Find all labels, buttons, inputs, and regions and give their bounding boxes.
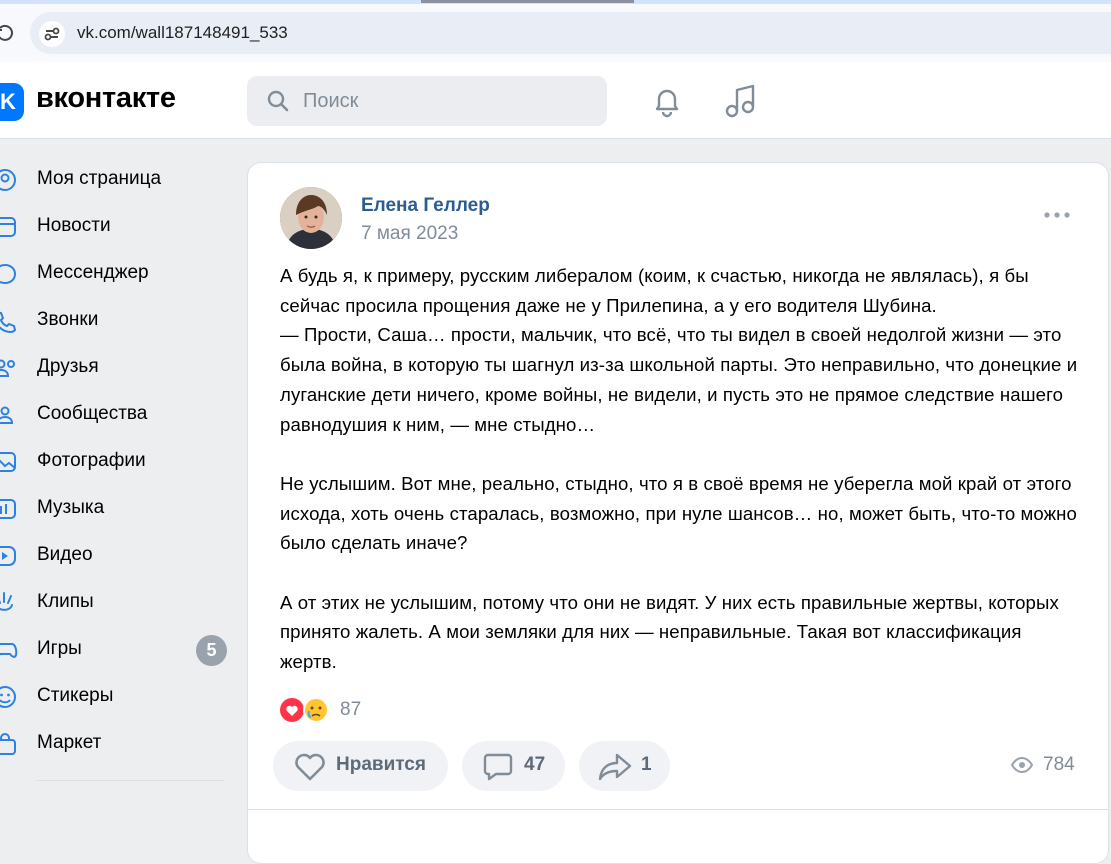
user-circle-icon [0,169,16,191]
share-button[interactable]: 1 [579,741,670,791]
games-count-badge: 5 [196,635,227,666]
sidebar-item-label: Маркет [37,732,102,753]
reactions-icons[interactable] [279,696,335,724]
search-input[interactable]: Поиск [247,76,607,126]
post-paragraph: Не услышим. Вот мне, реально, стыдно, чт… [280,472,1077,554]
sidebar-item-cut[interactable] [37,803,42,825]
sidebar-item-news[interactable]: Новости [0,203,240,250]
sidebar-divider [37,780,224,781]
comments-button[interactable]: 47 [462,741,565,791]
shares-count: 1 [641,754,652,775]
post-paragraph: А от этих не услышим, потому что они не … [280,591,1059,673]
photos-icon [0,452,16,472]
sidebar-item-market[interactable]: Маркет [0,720,240,767]
url-text[interactable]: vk.com/wall187148491_533 [77,23,288,43]
like-label: Нравится [336,754,426,775]
sidebar-item-music[interactable]: Музыка [0,485,240,532]
address-bar[interactable]: vk.com/wall187148491_533 [30,12,1111,54]
reload-icon[interactable] [0,22,14,44]
views-count: 784 [1043,754,1075,775]
comment-icon [483,753,513,781]
sidebar-item-clips[interactable]: Клипы [0,579,240,626]
vk-logo-icon[interactable]: K [0,83,24,121]
music-icon[interactable] [723,82,759,120]
sidebar-item-label: Клипы [37,591,94,612]
sidebar-item-games[interactable]: Игры 5 [0,626,240,673]
reactions-count[interactable]: 87 [340,699,361,721]
like-button[interactable]: Нравится [273,741,448,791]
sidebar-item-label: Звонки [37,309,99,330]
sidebar-item-label: Видео [37,544,93,565]
sidebar-item-friends[interactable]: Друзья [0,344,240,391]
eye-icon [1010,756,1034,774]
heart-icon [295,753,325,781]
bell-icon[interactable] [650,84,684,118]
more-options-icon[interactable] [1043,209,1071,221]
sidebar-item-label: Фотографии [37,450,146,471]
share-icon [598,753,632,781]
sidebar-item-label: Друзья [37,356,99,377]
search-icon [267,90,289,112]
vk-header: K вконтакте Поиск [0,62,1111,139]
sidebar-item-messenger[interactable]: Мессенджер [0,250,240,297]
sidebar-item-my-page[interactable]: Моя страница [0,156,240,203]
music-icon [0,499,16,519]
post-date[interactable]: 7 мая 2023 [361,223,458,245]
search-placeholder: Поиск [303,90,359,112]
sidebar-item-label: Сообщества [37,403,148,424]
comments-count: 47 [524,754,546,775]
sidebar-item-stickers[interactable]: Стикеры [0,673,240,720]
games-icon [0,643,18,658]
sidebar-item-label: Музыка [37,497,105,518]
sidebar-item-label: Мессенджер [37,262,149,283]
author-avatar[interactable] [280,187,342,249]
sidebar-item-label: Моя страница [37,168,162,189]
logo-letter: K [0,89,16,114]
sidebar-item-label: Новости [37,215,111,236]
post-author-name[interactable]: Елена Геллер [361,195,490,217]
post-paragraph: А будь я, к примеру, русским либералом (… [280,265,1078,435]
news-icon [0,217,16,237]
sidebar-item-video[interactable]: Видео [0,532,240,579]
friends-icon [0,359,15,377]
post-text: А будь я, к примеру, русским либералом (… [280,261,1080,677]
sidebar-item-photos[interactable]: Фотографии [0,438,240,485]
sidebar-item-label: Стикеры [37,685,114,706]
vk-wordmark[interactable]: вконтакте [36,82,176,115]
clips-icon [0,592,13,611]
wall-post: Елена Геллер 7 мая 2023 А будь я, к прим… [247,162,1109,864]
post-divider [248,809,1108,810]
communities-icon [0,406,14,424]
sidebar-item-label: Игры [37,638,82,659]
sidebar-item-calls[interactable]: Звонки [0,297,240,344]
phone-icon [0,311,17,333]
sidebar-item-communities[interactable]: Сообщества [0,391,240,438]
message-icon [0,263,17,285]
market-icon [0,733,16,755]
site-settings-icon[interactable] [39,21,65,47]
stickers-icon [0,686,16,708]
active-tab-indicator[interactable] [421,0,634,3]
video-icon [0,546,16,566]
browser-toolbar: vk.com/wall187148491_533 [0,0,1111,62]
sidebar-nav: Моя страница Новости Мессенджер Звонки Д… [0,156,240,767]
